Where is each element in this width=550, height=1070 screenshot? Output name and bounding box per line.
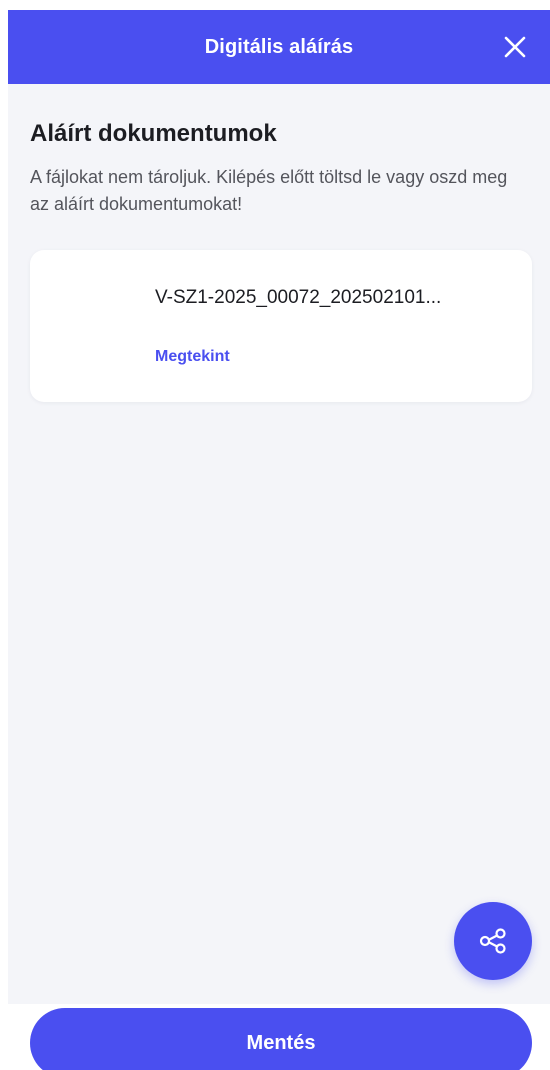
app-header: Digitális aláírás [8, 10, 550, 84]
close-icon [504, 36, 526, 58]
document-name: V-SZ1-2025_00072_202502101... [155, 287, 442, 308]
digital-signature-screen: Digitális aláírás Aláírt dokumentumok A … [0, 0, 550, 1070]
view-document-link[interactable]: Megtekint [155, 348, 230, 366]
footer-bar: Mentés [0, 1004, 550, 1070]
document-thumbnail [48, 274, 136, 378]
share-icon [479, 928, 506, 954]
content-area: Aláírt dokumentumok A fájlokat nem tárol… [8, 84, 550, 1004]
save-button[interactable]: Mentés [30, 1008, 532, 1070]
close-button[interactable] [500, 32, 530, 62]
header-title: Digitális aláírás [204, 35, 354, 58]
page-title: Aláírt dokumentumok [30, 120, 277, 147]
page-subtitle: A fájlokat nem tároljuk. Kilépés előtt t… [30, 167, 508, 214]
share-button[interactable] [454, 902, 532, 980]
document-card[interactable]: V-SZ1-2025_00072_202502101... Megtekint [30, 250, 532, 402]
